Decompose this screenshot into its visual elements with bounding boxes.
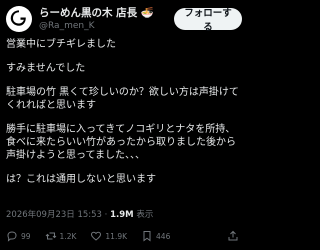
avatar[interactable] — [6, 6, 32, 32]
author-handle[interactable]: @Ra_men_K — [39, 20, 169, 32]
share-button[interactable] — [227, 230, 242, 242]
action-bar: 99 1.2K 11.9K 446 — [6, 229, 242, 243]
follow-button[interactable]: フォローする — [174, 8, 242, 33]
author-names: らーめん黒の木 店長 🍜 @Ra_men_K — [39, 7, 169, 32]
like-count: 11.9K — [105, 231, 128, 241]
bookmark-count: 446 — [156, 231, 171, 241]
post-line: すみませんでした — [6, 63, 86, 74]
post-line: 駐車場の竹 黒くて珍しいのか？欲しい方は声掛けてくれればと思います — [6, 87, 239, 111]
reply-count: 99 — [21, 231, 31, 241]
bookmark-button[interactable]: 446 — [141, 230, 170, 242]
views-label: 表示 — [136, 210, 154, 220]
post-line: 営業中にブチギレました — [6, 39, 116, 50]
like-button[interactable]: 11.9K — [90, 230, 127, 242]
post-card: らーめん黒の木 店長 🍜 @Ra_men_K フォローする 営業中にブチギレまし… — [0, 0, 248, 250]
reply-button[interactable]: 99 — [6, 230, 31, 242]
retweet-count: 1.2K — [59, 231, 77, 241]
retweet-button[interactable]: 1.2K — [45, 230, 77, 242]
post-text: 営業中にブチギレました すみませんでした 駐車場の竹 黒くて珍しいのか？欲しい方… — [6, 38, 242, 186]
ramen-logo-icon — [10, 10, 26, 26]
heart-icon — [91, 231, 102, 241]
bookmark-icon — [143, 231, 151, 242]
views-count: 1.9M — [110, 210, 134, 220]
post-header: らーめん黒の木 店長 🍜 @Ra_men_K フォローする — [6, 4, 242, 34]
retweet-icon — [45, 232, 56, 240]
reply-icon — [7, 231, 17, 242]
post-line: 勝手に駐車場に入ってきてノコギリとナタを所持、食べに来たらいい竹があったから取り… — [6, 124, 236, 161]
meta-separator: · — [104, 210, 108, 220]
post-line: は？これは通用しないと思います — [6, 174, 156, 185]
author-display-name[interactable]: らーめん黒の木 店長 🍜 — [39, 7, 169, 20]
post-meta: 2026年09月23日 15:53 · 1.9M 表示 — [6, 208, 153, 220]
share-icon — [228, 230, 238, 241]
post-timestamp[interactable]: 2026年09月23日 15:53 — [6, 210, 102, 220]
